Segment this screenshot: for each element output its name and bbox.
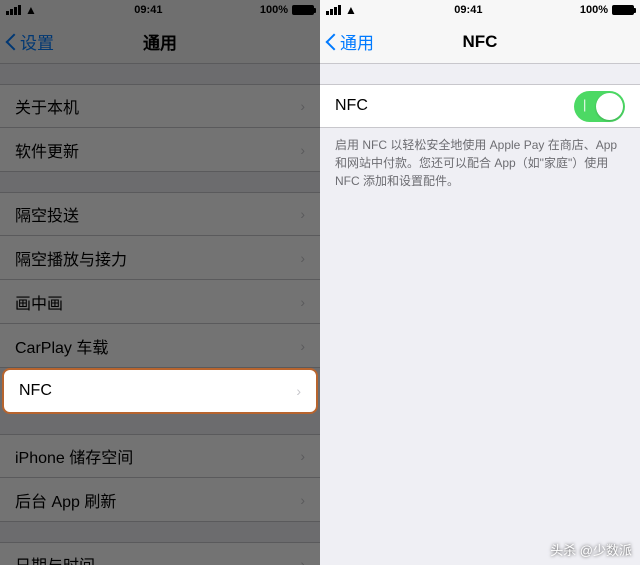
settings-row[interactable]: 软件更新 › (0, 128, 320, 172)
status-bar: ▲ 09:41 100% (320, 0, 640, 20)
chevron-right-icon: › (300, 448, 305, 464)
back-label: 通用 (340, 29, 374, 54)
row-label: 隔空播放与接力 (15, 246, 127, 270)
chevron-right-icon: › (300, 98, 305, 114)
row-label: 画中画 (15, 290, 63, 314)
battery-percent: 100% (260, 4, 288, 16)
settings-row[interactable]: 关于本机 › (0, 84, 320, 128)
status-time: 09:41 (454, 4, 482, 16)
chevron-right-icon: › (300, 250, 305, 266)
settings-row[interactable]: 隔空播放与接力 › (0, 236, 320, 280)
chevron-right-icon: › (300, 492, 305, 508)
wifi-icon: ▲ (345, 3, 357, 17)
wifi-icon: ▲ (25, 3, 37, 17)
toggle-label: NFC (335, 97, 368, 115)
row-label: iPhone 储存空间 (15, 444, 133, 468)
battery-icon (612, 5, 634, 15)
toggle-switch[interactable] (574, 91, 625, 122)
settings-row[interactable]: iPhone 储存空间 › (0, 434, 320, 478)
settings-row[interactable]: 后台 App 刷新 › (0, 478, 320, 522)
screen-general: ▲ 09:41 100% 设置 通用 关于本机›软件更新›隔空投送›隔空播放与接… (0, 0, 320, 565)
chevron-left-icon (326, 32, 338, 52)
chevron-right-icon: › (300, 206, 305, 222)
chevron-right-icon: › (300, 556, 305, 565)
nav-bar: 设置 通用 (0, 20, 320, 64)
row-label: NFC (19, 382, 52, 400)
settings-row[interactable]: 隔空投送 › (0, 192, 320, 236)
status-time: 09:41 (134, 4, 162, 16)
chevron-right-icon: › (300, 338, 305, 354)
back-button[interactable]: 通用 (320, 29, 374, 54)
cellular-signal-icon (6, 5, 21, 15)
cellular-signal-icon (326, 5, 341, 15)
row-label: 隔空投送 (15, 202, 79, 226)
row-label: CarPlay 车载 (15, 334, 108, 358)
back-button[interactable]: 设置 (0, 29, 54, 54)
nfc-description: 启用 NFC 以轻松安全地使用 Apple Pay 在商店、App 和网站中付款… (320, 128, 640, 190)
nav-bar: 通用 NFC (320, 20, 640, 64)
chevron-left-icon (6, 32, 18, 52)
screen-nfc: ▲ 09:41 100% 通用 NFC NFC 启用 NFC 以轻松安全地使用 … (320, 0, 640, 565)
chevron-right-icon: › (296, 383, 301, 399)
chevron-right-icon: › (300, 142, 305, 158)
settings-row[interactable]: 画中画 › (0, 280, 320, 324)
status-bar: ▲ 09:41 100% (0, 0, 320, 20)
row-label: 日期与时间 (15, 552, 95, 565)
row-label: 软件更新 (15, 138, 79, 162)
back-label: 设置 (20, 29, 54, 54)
settings-row[interactable]: 日期与时间 › (0, 542, 320, 565)
nfc-toggle-row[interactable]: NFC (320, 84, 640, 128)
battery-icon (292, 5, 314, 15)
row-label: 关于本机 (15, 94, 79, 118)
row-label: 后台 App 刷新 (15, 488, 116, 512)
settings-row[interactable]: NFC › (2, 368, 318, 414)
watermark: 头杀 @少数派 (550, 540, 632, 559)
battery-percent: 100% (580, 4, 608, 16)
chevron-right-icon: › (300, 294, 305, 310)
settings-row[interactable]: CarPlay 车载 › (0, 324, 320, 368)
